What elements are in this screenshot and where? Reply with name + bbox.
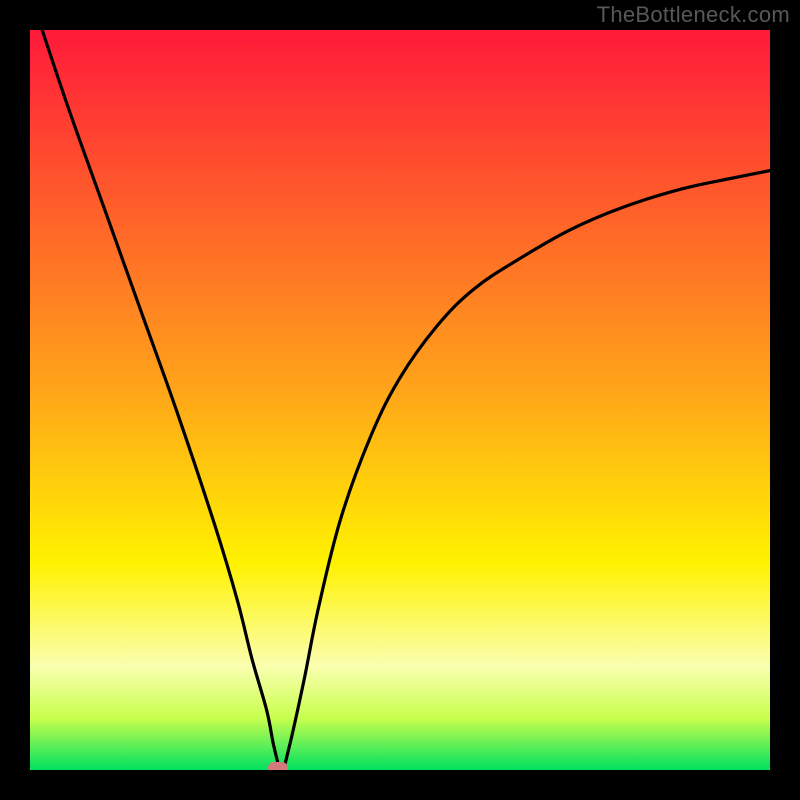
- valley-marker: [268, 762, 288, 770]
- chart-svg: [30, 30, 770, 770]
- plot-area: [30, 30, 770, 770]
- watermark-text: TheBottleneck.com: [597, 2, 790, 28]
- chart-frame: TheBottleneck.com: [0, 0, 800, 800]
- chart-background: [30, 30, 770, 770]
